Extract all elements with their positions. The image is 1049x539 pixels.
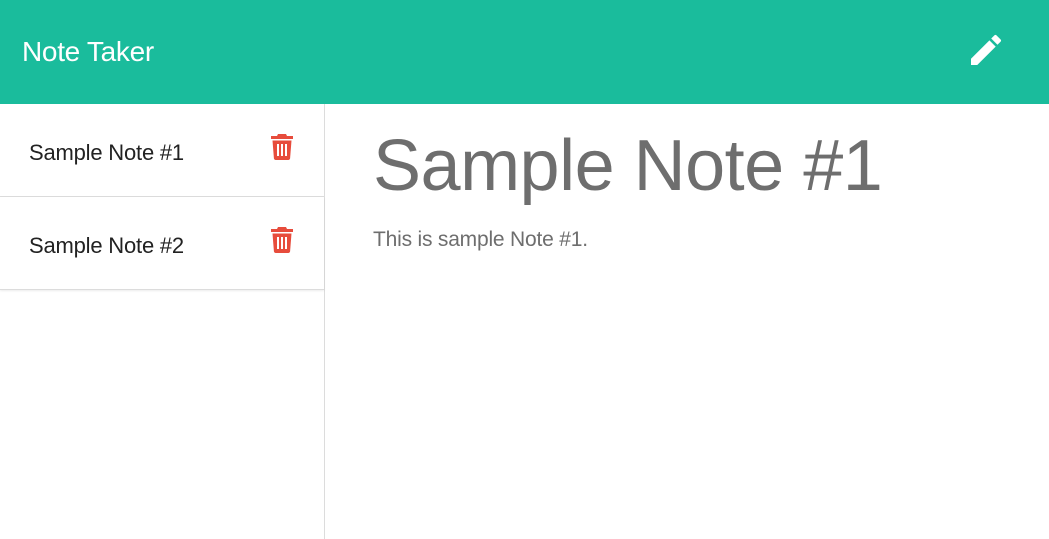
note-text: This is sample Note #1.: [373, 228, 588, 251]
trash-icon: [271, 227, 293, 253]
new-note-button[interactable]: [962, 28, 1010, 76]
note-list-item[interactable]: Sample Note #1: [0, 104, 324, 197]
note-list-item-title: Sample Note #1: [29, 140, 184, 165]
pencil-icon: [966, 30, 1006, 75]
note-view: Sample Note #1 This is sample Note #1.: [325, 104, 1049, 539]
app-title[interactable]: Note Taker: [22, 34, 154, 70]
navbar: Note Taker: [0, 0, 1049, 104]
delete-note-button[interactable]: [270, 227, 294, 253]
note-list-item-title: Sample Note #2: [29, 233, 184, 258]
trash-icon: [271, 134, 293, 160]
sidebar: Sample Note #1 Sample Note #2: [0, 104, 325, 539]
note-list: Sample Note #1 Sample Note #2: [0, 104, 324, 290]
note-list-item[interactable]: Sample Note #2: [0, 197, 324, 290]
delete-note-button[interactable]: [270, 134, 294, 160]
note-title: Sample Note #1: [373, 126, 883, 206]
